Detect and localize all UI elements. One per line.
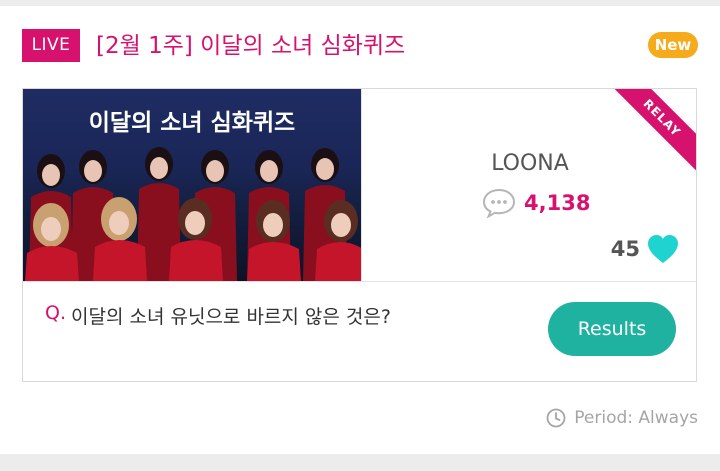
period-label: Period: Always: [574, 408, 698, 428]
live-badge: LIVE: [22, 29, 80, 62]
like-row[interactable]: 45: [611, 231, 680, 267]
top-divider: [0, 0, 720, 6]
quiz-box[interactable]: 이달의 소녀 심화퀴즈 RELAY LOONA 4,138 45 Q. 이달의 …: [22, 88, 697, 382]
artist-name: LOONA: [491, 151, 569, 176]
quiz-title[interactable]: [2월 1주] 이달의 소녀 심화퀴즈: [96, 30, 405, 62]
quiz-thumbnail[interactable]: 이달의 소녀 심화퀴즈: [23, 89, 361, 281]
results-button[interactable]: Results: [548, 302, 676, 356]
comment-count-row[interactable]: 4,138: [482, 187, 590, 219]
question-row: Q. 이달의 소녀 유닛으로 바르지 않은 것은? Results: [23, 281, 696, 381]
thumbnail-caption: 이달의 소녀 심화퀴즈: [88, 110, 296, 136]
period-info: Period: Always: [546, 405, 698, 431]
quiz-info-panel: RELAY LOONA 4,138 45: [361, 89, 696, 281]
comment-count: 4,138: [524, 191, 591, 215]
question-prefix: Q.: [45, 302, 66, 324]
speech-bubble-icon: [482, 188, 516, 218]
quiz-card: LIVE [2월 1주] 이달의 소녀 심화퀴즈 New 이달의 소녀 심화퀴즈…: [0, 0, 720, 454]
new-badge: New: [648, 32, 698, 58]
like-count: 45: [610, 237, 640, 261]
clock-icon: [546, 408, 566, 428]
heart-icon[interactable]: [646, 233, 680, 265]
question-text: 이달의 소녀 유닛으로 바르지 않은 것은?: [71, 306, 391, 328]
